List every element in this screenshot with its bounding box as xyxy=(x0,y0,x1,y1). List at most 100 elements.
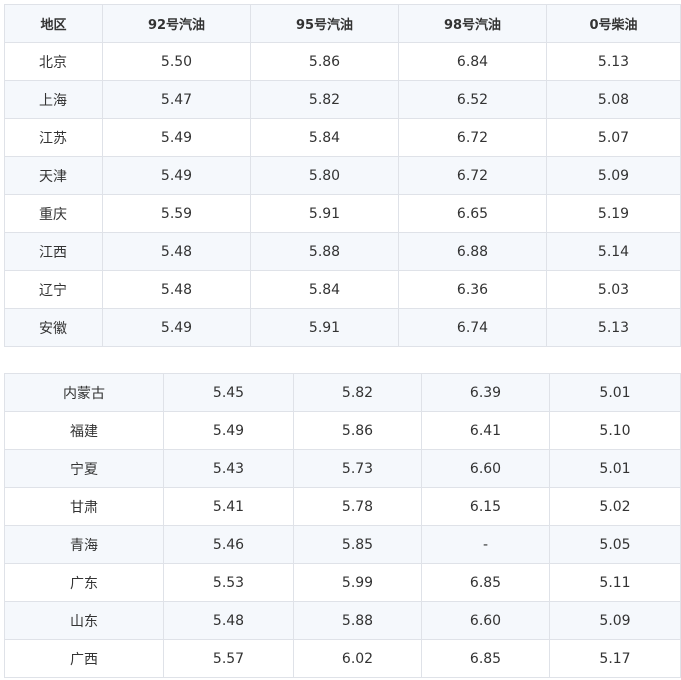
header-0-diesel: 0号柴油 xyxy=(546,4,681,43)
price-98-cell: 6.60 xyxy=(421,449,550,488)
table-row: 广东 5.53 5.99 6.85 5.11 xyxy=(4,563,681,602)
fuel-price-table-bottom: 内蒙古 5.45 5.82 6.39 5.01 福建 5.49 5.86 6.4… xyxy=(4,373,681,678)
price-diesel-cell: 5.07 xyxy=(546,118,681,157)
table-row: 广西 5.57 6.02 6.85 5.17 xyxy=(4,639,681,678)
table-row: 宁夏 5.43 5.73 6.60 5.01 xyxy=(4,449,681,488)
table-row: 福建 5.49 5.86 6.41 5.10 xyxy=(4,411,681,450)
price-diesel-cell: 5.09 xyxy=(549,601,681,640)
price-92-cell: 5.50 xyxy=(102,42,251,81)
header-98-gasoline: 98号汽油 xyxy=(398,4,547,43)
price-92-cell: 5.41 xyxy=(163,487,294,526)
price-92-cell: 5.53 xyxy=(163,563,294,602)
table-row: 甘肃 5.41 5.78 6.15 5.02 xyxy=(4,487,681,526)
header-region: 地区 xyxy=(4,4,103,43)
table-row: 内蒙古 5.45 5.82 6.39 5.01 xyxy=(4,373,681,412)
price-98-cell: 6.72 xyxy=(398,156,547,195)
price-98-cell: 6.36 xyxy=(398,270,547,309)
table-row: 北京 5.50 5.86 6.84 5.13 xyxy=(4,42,681,81)
price-95-cell: 5.91 xyxy=(250,194,399,233)
price-diesel-cell: 5.19 xyxy=(546,194,681,233)
table-row: 安徽 5.49 5.91 6.74 5.13 xyxy=(4,308,681,347)
region-cell: 重庆 xyxy=(4,194,103,233)
price-95-cell: 5.88 xyxy=(293,601,422,640)
table-row: 江苏 5.49 5.84 6.72 5.07 xyxy=(4,118,681,157)
price-92-cell: 5.49 xyxy=(102,308,251,347)
price-98-cell: 6.60 xyxy=(421,601,550,640)
table-row: 上海 5.47 5.82 6.52 5.08 xyxy=(4,80,681,119)
price-95-cell: 5.88 xyxy=(250,232,399,271)
price-98-cell: 6.15 xyxy=(421,487,550,526)
price-diesel-cell: 5.08 xyxy=(546,80,681,119)
region-cell: 广东 xyxy=(4,563,164,602)
table-row: 山东 5.48 5.88 6.60 5.09 xyxy=(4,601,681,640)
region-cell: 江苏 xyxy=(4,118,103,157)
table-row: 天津 5.49 5.80 6.72 5.09 xyxy=(4,156,681,195)
price-95-cell: 5.84 xyxy=(250,270,399,309)
price-92-cell: 5.45 xyxy=(163,373,294,412)
table-row: 江西 5.48 5.88 6.88 5.14 xyxy=(4,232,681,271)
price-diesel-cell: 5.03 xyxy=(546,270,681,309)
price-98-cell: 6.74 xyxy=(398,308,547,347)
region-cell: 福建 xyxy=(4,411,164,450)
region-cell: 宁夏 xyxy=(4,449,164,488)
price-95-cell: 5.86 xyxy=(293,411,422,450)
region-cell: 广西 xyxy=(4,639,164,678)
price-diesel-cell: 5.05 xyxy=(549,525,681,564)
price-95-cell: 5.85 xyxy=(293,525,422,564)
price-92-cell: 5.43 xyxy=(163,449,294,488)
region-cell: 江西 xyxy=(4,232,103,271)
table-row: 青海 5.46 5.85 - 5.05 xyxy=(4,525,681,564)
price-92-cell: 5.48 xyxy=(102,270,251,309)
table-row: 重庆 5.59 5.91 6.65 5.19 xyxy=(4,194,681,233)
region-cell: 北京 xyxy=(4,42,103,81)
price-98-cell: 6.84 xyxy=(398,42,547,81)
price-92-cell: 5.59 xyxy=(102,194,251,233)
price-diesel-cell: 5.14 xyxy=(546,232,681,271)
price-diesel-cell: 5.09 xyxy=(546,156,681,195)
price-95-cell: 5.82 xyxy=(250,80,399,119)
price-98-cell: 6.39 xyxy=(421,373,550,412)
price-98-cell: 6.88 xyxy=(398,232,547,271)
price-diesel-cell: 5.11 xyxy=(549,563,681,602)
table-header-row: 地区 92号汽油 95号汽油 98号汽油 0号柴油 xyxy=(4,4,681,43)
price-92-cell: 5.49 xyxy=(163,411,294,450)
price-92-cell: 5.47 xyxy=(102,80,251,119)
price-92-cell: 5.57 xyxy=(163,639,294,678)
price-98-cell: 6.65 xyxy=(398,194,547,233)
price-diesel-cell: 5.13 xyxy=(546,308,681,347)
region-cell: 青海 xyxy=(4,525,164,564)
price-98-cell: 6.85 xyxy=(421,563,550,602)
region-cell: 辽宁 xyxy=(4,270,103,309)
price-98-cell: 6.85 xyxy=(421,639,550,678)
price-95-cell: 5.80 xyxy=(250,156,399,195)
price-95-cell: 5.73 xyxy=(293,449,422,488)
price-98-cell: 6.41 xyxy=(421,411,550,450)
table-row: 辽宁 5.48 5.84 6.36 5.03 xyxy=(4,270,681,309)
region-cell: 甘肃 xyxy=(4,487,164,526)
price-92-cell: 5.48 xyxy=(102,232,251,271)
price-95-cell: 5.84 xyxy=(250,118,399,157)
price-95-cell: 6.02 xyxy=(293,639,422,678)
price-95-cell: 5.91 xyxy=(250,308,399,347)
price-95-cell: 5.82 xyxy=(293,373,422,412)
price-98-cell: - xyxy=(421,525,550,564)
region-cell: 天津 xyxy=(4,156,103,195)
region-cell: 安徽 xyxy=(4,308,103,347)
price-diesel-cell: 5.10 xyxy=(549,411,681,450)
header-95-gasoline: 95号汽油 xyxy=(250,4,399,43)
region-cell: 内蒙古 xyxy=(4,373,164,412)
price-95-cell: 5.86 xyxy=(250,42,399,81)
price-92-cell: 5.49 xyxy=(102,156,251,195)
region-cell: 山东 xyxy=(4,601,164,640)
price-diesel-cell: 5.02 xyxy=(549,487,681,526)
price-diesel-cell: 5.01 xyxy=(549,373,681,412)
region-cell: 上海 xyxy=(4,80,103,119)
fuel-price-table-top: 地区 92号汽油 95号汽油 98号汽油 0号柴油 北京 5.50 5.86 6… xyxy=(4,4,681,347)
price-92-cell: 5.49 xyxy=(102,118,251,157)
price-95-cell: 5.99 xyxy=(293,563,422,602)
price-98-cell: 6.72 xyxy=(398,118,547,157)
header-92-gasoline: 92号汽油 xyxy=(102,4,251,43)
price-95-cell: 5.78 xyxy=(293,487,422,526)
price-diesel-cell: 5.17 xyxy=(549,639,681,678)
price-92-cell: 5.46 xyxy=(163,525,294,564)
